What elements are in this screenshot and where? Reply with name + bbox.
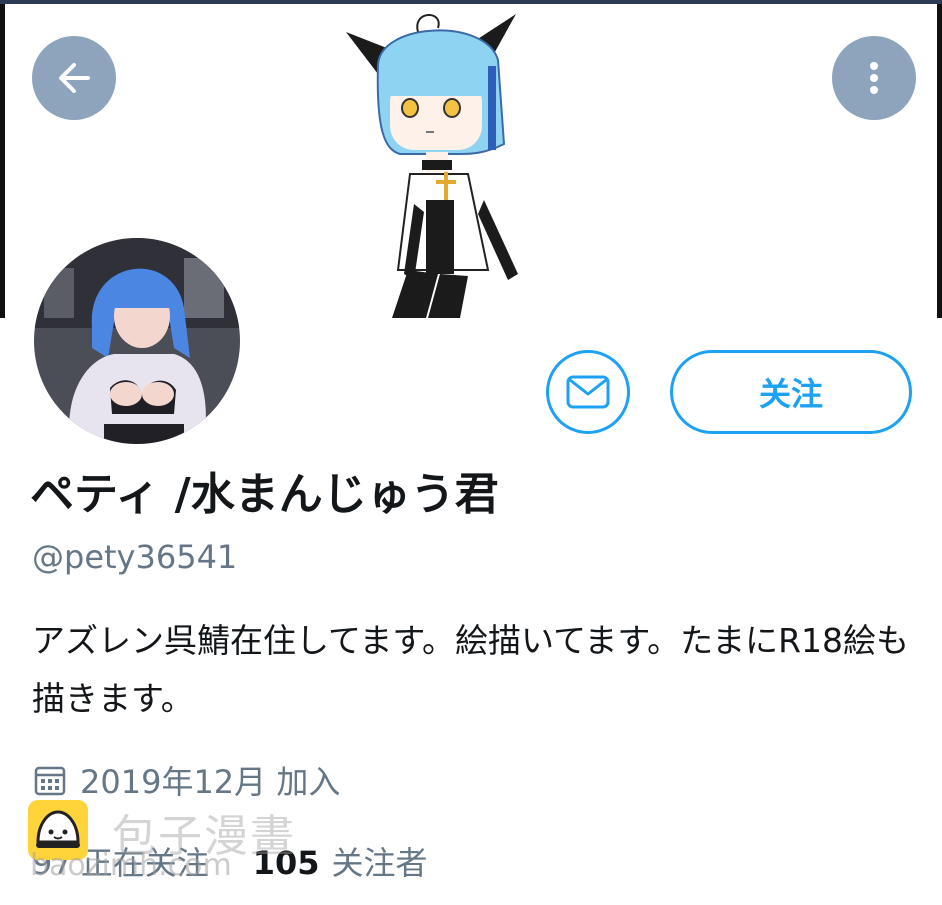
- join-date-row: 2019年12月 加入: [34, 757, 340, 803]
- join-date: 2019年12月 加入: [80, 763, 341, 801]
- avatar-image: [34, 238, 240, 444]
- follow-button[interactable]: 关注: [670, 350, 912, 434]
- profile-display-name: ペティ /水まんじゅう君: [30, 469, 499, 520]
- watermark-url: baozimh.com: [30, 848, 232, 883]
- more-options-button[interactable]: [832, 36, 916, 120]
- bun-logo-icon: [36, 810, 80, 848]
- followers-label: 关注者: [331, 844, 428, 882]
- envelope-icon: [566, 375, 610, 409]
- profile-handle: @pety36541: [32, 538, 238, 576]
- banner-border-right: [937, 4, 942, 318]
- vertical-dots-icon: [870, 62, 878, 94]
- arrow-left-icon: [59, 63, 90, 93]
- follow-button-label: 关注: [758, 375, 823, 413]
- banner-border-left: [0, 4, 5, 318]
- profile-avatar[interactable]: [30, 234, 244, 448]
- profile-bio: アズレン呉鯖在住してます。絵描いてます。たまにR18絵も描きます。: [32, 621, 910, 718]
- message-button[interactable]: [546, 350, 630, 434]
- back-button[interactable]: [32, 36, 116, 120]
- calendar-icon: [34, 766, 66, 796]
